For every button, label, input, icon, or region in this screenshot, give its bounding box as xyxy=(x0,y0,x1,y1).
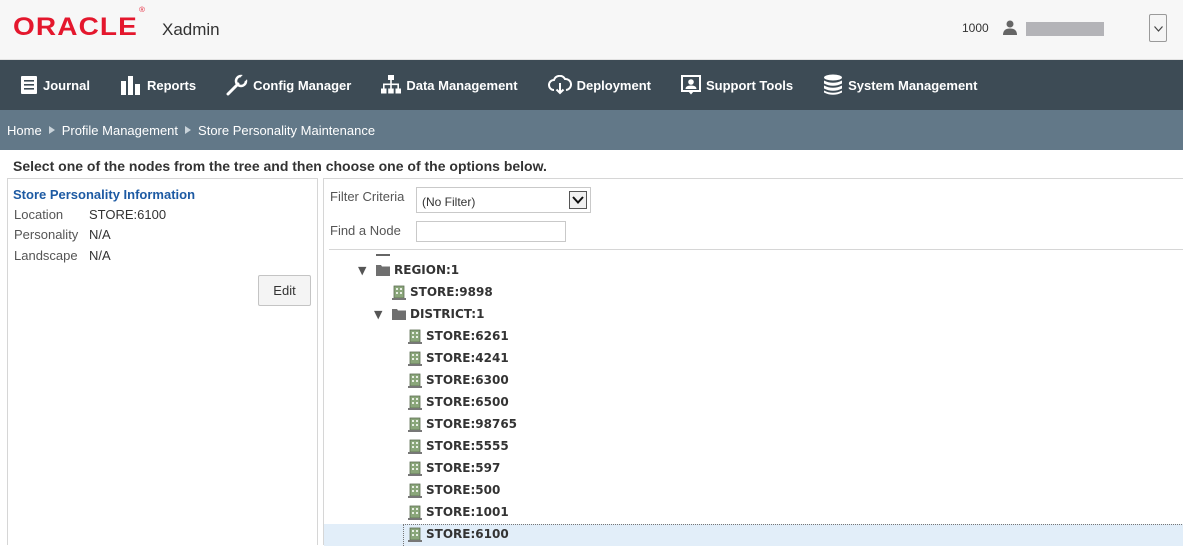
store-icon xyxy=(392,285,406,300)
nav-support-tools[interactable]: Support Tools xyxy=(680,60,794,110)
store-icon xyxy=(408,373,422,388)
cloud-download-icon xyxy=(547,75,572,95)
main-nav: Journal Reports Config Manager Data Mana… xyxy=(0,60,1183,110)
tree-node-label: STORE:6300 xyxy=(426,373,509,387)
info-label: Personality xyxy=(14,227,79,242)
store-icon xyxy=(408,483,422,498)
tree-node-label: REGION:1 xyxy=(394,263,460,277)
nav-data-management[interactable]: Data Management xyxy=(381,60,518,110)
tree-store-node[interactable]: STORE:9898 xyxy=(374,282,493,302)
filter-criteria-select[interactable]: (No Filter) xyxy=(416,187,591,213)
edit-button[interactable]: Edit xyxy=(258,275,311,306)
user-icon xyxy=(1003,20,1017,35)
breadcrumb-profile-management[interactable]: Profile Management xyxy=(62,123,178,138)
tree-node-label: STORE:6500 xyxy=(426,395,509,409)
nav-label: System Management xyxy=(848,77,978,93)
nav-label: Journal xyxy=(43,77,90,93)
breadcrumb-current: Store Personality Maintenance xyxy=(198,122,376,138)
chevron-down-icon xyxy=(1154,26,1163,32)
tree-store-node[interactable]: STORE:6261 xyxy=(390,326,509,346)
tree-folder-node[interactable]: ▼ DISTRICT:1 xyxy=(374,304,484,324)
nav-reports[interactable]: Reports xyxy=(120,60,196,110)
journal-icon xyxy=(21,76,37,94)
user-id: 1000 xyxy=(962,21,989,35)
info-row-personality: Personality N/A xyxy=(14,227,111,242)
breadcrumb-separator-icon xyxy=(185,126,192,134)
info-label: Landscape xyxy=(14,248,78,263)
folder-icon xyxy=(376,264,390,276)
nav-label: Support Tools xyxy=(705,77,794,93)
tree-store-node[interactable]: STORE:98765 xyxy=(390,414,517,434)
tree-node-label: STORE:5555 xyxy=(426,439,509,453)
page-instruction: Select one of the nodes from the tree an… xyxy=(13,158,547,174)
tree-node-label: DISTRICT:1 xyxy=(410,307,485,321)
nav-config-manager[interactable]: Config Manager xyxy=(226,60,351,110)
nav-journal[interactable]: Journal xyxy=(20,60,90,110)
store-icon xyxy=(408,329,422,344)
expand-toggle-icon[interactable]: ▼ xyxy=(374,308,388,321)
store-icon xyxy=(408,351,422,366)
dropdown-arrow-icon xyxy=(569,191,587,209)
filter-selected-value: (No Filter) xyxy=(422,195,476,209)
nav-label: Data Management xyxy=(406,77,518,93)
tree-store-node[interactable]: STORE:6500 xyxy=(390,392,509,412)
info-value: N/A xyxy=(89,227,111,242)
tree-store-node[interactable]: STORE:6300 xyxy=(390,370,509,390)
info-value: STORE:6100 xyxy=(89,207,167,222)
database-icon xyxy=(824,74,843,95)
panel-title: Store Personality Information xyxy=(13,187,196,202)
tree-node-label: STORE:597 xyxy=(426,461,501,475)
breadcrumb: Home Profile Management Store Personalit… xyxy=(0,110,1183,150)
tree-folder-node[interactable]: ▼ REGION:1 xyxy=(358,260,459,280)
tree-node-label: STORE:9898 xyxy=(410,285,493,299)
store-icon xyxy=(408,417,422,432)
store-icon xyxy=(408,395,422,410)
tree-node-label: STORE:4241 xyxy=(426,351,509,365)
store-icon xyxy=(408,505,422,520)
store-icon xyxy=(408,439,422,454)
store-icon xyxy=(408,461,422,476)
tree-store-node[interactable]: STORE:1001 xyxy=(390,502,509,522)
tree-node-label: STORE:1001 xyxy=(426,505,509,519)
nav-label: Reports xyxy=(146,77,197,93)
info-row-location: Location STORE:6100 xyxy=(14,207,166,222)
store-tree: ▼ REGION:1 STORE:9898 ▼ DISTRICT:1 STORE:6261… xyxy=(324,250,1183,546)
support-icon xyxy=(680,75,701,95)
nav-deployment[interactable]: Deployment xyxy=(547,60,651,110)
nav-system-management[interactable]: System Management xyxy=(823,60,977,110)
nav-label: Config Manager xyxy=(253,77,352,93)
info-row-landscape: Landscape N/A xyxy=(14,248,111,263)
tree-scroll-cut xyxy=(376,254,390,256)
tree-node-label: STORE:6261 xyxy=(426,329,509,343)
tree-panel: Filter Criteria (No Filter) Find a Node … xyxy=(323,178,1183,546)
info-label: Location xyxy=(14,207,64,222)
breadcrumb-separator-icon xyxy=(48,126,55,134)
oracle-logo: ORACLE® xyxy=(13,6,146,41)
find-node-label: Find a Node xyxy=(330,223,401,238)
info-value: N/A xyxy=(89,248,111,263)
wrench-icon xyxy=(226,74,249,96)
hierarchy-icon xyxy=(381,75,402,94)
tree-store-node[interactable]: STORE:597 xyxy=(390,458,500,478)
tree-node-label: STORE:6100 xyxy=(426,527,509,541)
tree-store-node[interactable]: STORE:500 xyxy=(390,480,500,500)
expand-toggle-icon[interactable]: ▼ xyxy=(358,264,372,277)
tree-store-node[interactable]: STORE:4241 xyxy=(390,348,509,368)
folder-icon xyxy=(392,308,406,320)
app-header: ORACLE® Xadmin 1000 xyxy=(0,0,1183,60)
nav-label: Deployment xyxy=(576,77,651,93)
tree-store-node[interactable]: STORE:5555 xyxy=(390,436,509,456)
filter-criteria-label: Filter Criteria xyxy=(330,189,405,204)
store-icon xyxy=(408,527,422,542)
tree-node-label: STORE:500 xyxy=(426,483,501,497)
find-node-input[interactable] xyxy=(416,221,566,242)
tree-store-node[interactable]: STORE:6100 xyxy=(390,524,509,544)
breadcrumb-home[interactable]: Home xyxy=(7,123,42,138)
tree-node-label: STORE:98765 xyxy=(426,417,518,431)
user-menu-button[interactable] xyxy=(1149,14,1167,42)
bar-chart-icon xyxy=(120,76,140,95)
user-name-redacted xyxy=(1026,22,1104,36)
store-info-panel: Store Personality Information Location S… xyxy=(7,178,318,545)
app-name: Xadmin xyxy=(162,20,220,39)
